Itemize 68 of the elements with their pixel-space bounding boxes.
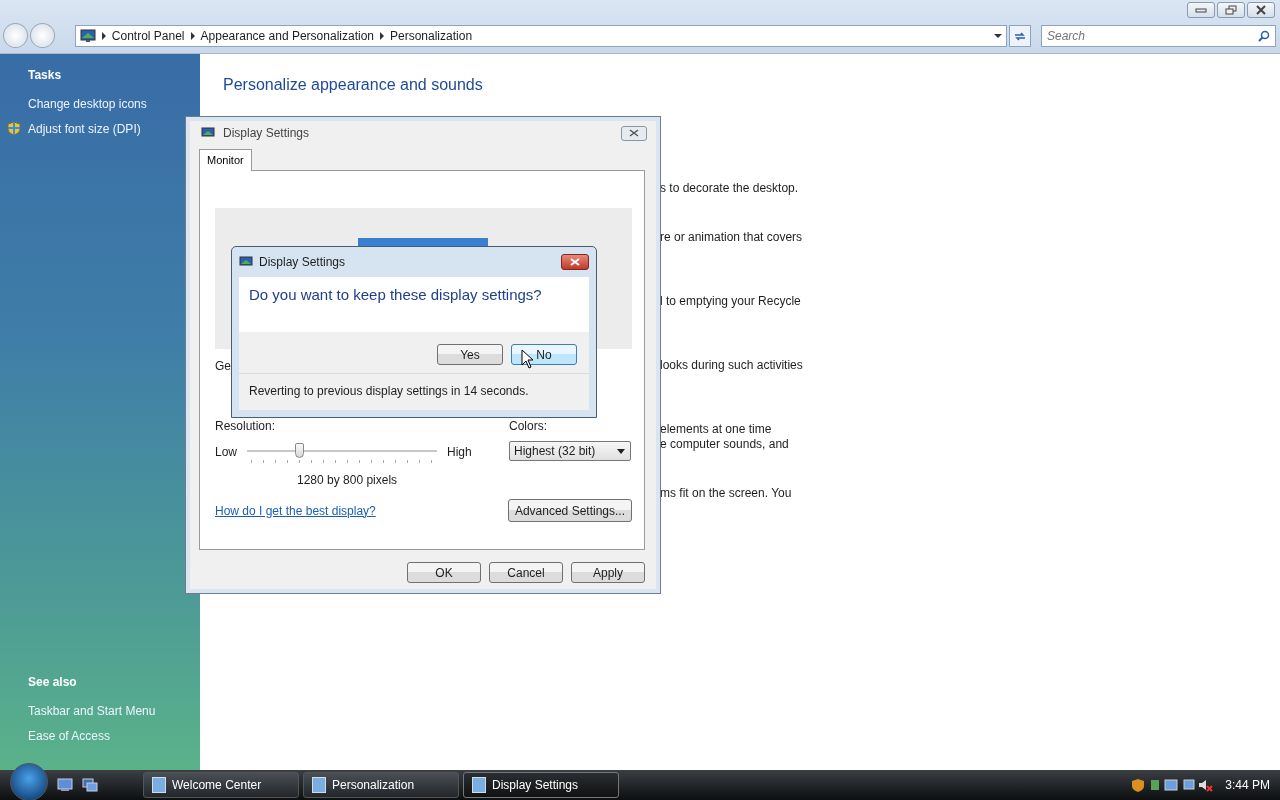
taskbar-button[interactable]: Display Settings	[463, 772, 619, 798]
colors-label: Colors:	[509, 419, 548, 433]
clock: 3:44 PM	[1225, 778, 1270, 792]
description-text: re or animation that covers	[660, 230, 804, 245]
minimize-icon	[1194, 6, 1208, 14]
dialog-button[interactable]: Apply	[571, 562, 645, 583]
close-button[interactable]	[1247, 2, 1275, 18]
monitor-icon	[239, 256, 253, 268]
close-icon	[1254, 5, 1268, 15]
description-text: l to emptying your Recycle	[660, 294, 802, 309]
close-button[interactable]	[621, 125, 647, 141]
dialog-title: Display Settings	[223, 126, 310, 140]
shield-icon	[7, 121, 21, 136]
sidebar-heading: Tasks	[28, 68, 63, 82]
page-heading: Personalize appearance and sounds	[223, 76, 484, 94]
dialog-button[interactable]: Cancel	[489, 562, 563, 583]
search-icon	[1258, 29, 1270, 42]
restore-button[interactable]	[1217, 2, 1245, 18]
description-text: looks during such activities	[660, 358, 804, 373]
taskbar-button[interactable]: Welcome Center	[143, 772, 299, 798]
description-text: elements at one time	[660, 422, 773, 437]
mouse-cursor-icon	[521, 349, 535, 369]
close-button[interactable]	[561, 254, 589, 270]
resolution-label: Resolution:	[215, 419, 277, 433]
close-icon	[570, 258, 580, 266]
sidebar-link[interactable]: Adjust font size (DPI)	[28, 121, 141, 136]
help-link[interactable]: How do I get the best display?	[215, 503, 376, 518]
restore-icon	[1224, 5, 1238, 15]
colors-dropdown[interactable]: Highest (32 bit)	[509, 441, 631, 461]
refresh-icon	[1013, 29, 1027, 42]
minimize-button[interactable]	[1187, 2, 1215, 18]
breadcrumb-arrow-icon	[380, 31, 384, 40]
dialog-title: Display Settings	[259, 255, 346, 269]
breadcrumb-arrow-icon	[101, 31, 106, 40]
label: Ge	[215, 359, 231, 373]
breadcrumb-item[interactable]: Appearance and Personalization	[200, 28, 374, 43]
monitor-icon	[79, 28, 96, 43]
dialog-button[interactable]: Yes	[437, 344, 503, 365]
advanced-settings-button[interactable]: Advanced Settings...	[507, 499, 632, 522]
description-text: s to decorate the desktop.	[660, 181, 800, 196]
shield-icon[interactable]	[1131, 778, 1146, 792]
address-bar[interactable]: Control Panel Appearance and Personalization Personalization	[74, 24, 1008, 47]
search-field[interactable]: Search	[1040, 24, 1276, 47]
windows-icon[interactable]	[82, 778, 98, 792]
question-text: Do you want to keep these display settings?	[249, 286, 543, 303]
high-label: High	[447, 445, 472, 459]
sidebar-heading: See also	[28, 675, 78, 689]
breadcrumb-item[interactable]: Control Panel	[111, 28, 185, 43]
start-button[interactable]	[10, 763, 48, 800]
description-text: ms fit on the screen. You	[660, 486, 793, 501]
breadcrumb-item[interactable]: Personalization	[390, 28, 473, 43]
refresh-button[interactable]	[1009, 24, 1031, 47]
dialog-button[interactable]: No	[511, 344, 577, 365]
resolution-slider[interactable]	[247, 441, 437, 463]
description-text: e computer sounds, and	[660, 437, 790, 452]
desktop-icon[interactable]	[57, 778, 73, 792]
tab[interactable]: Monitor	[199, 149, 252, 171]
volume-icon[interactable]	[1183, 778, 1214, 792]
close-icon	[629, 129, 639, 137]
breadcrumb-arrow-icon	[190, 31, 195, 40]
dropdown-arrow-icon[interactable]	[994, 33, 1003, 38]
taskbar-button[interactable]: Personalization	[303, 772, 459, 798]
low-label: Low	[215, 445, 237, 459]
monitor-icon	[201, 127, 215, 139]
resolution-value: 1280 by 800 pixels	[297, 473, 399, 487]
sidebar-link[interactable]: Change desktop icons	[28, 96, 147, 111]
countdown-text: Reverting to previous display settings in 14 seconds.	[239, 374, 589, 410]
dialog-button[interactable]: OK	[407, 562, 481, 583]
